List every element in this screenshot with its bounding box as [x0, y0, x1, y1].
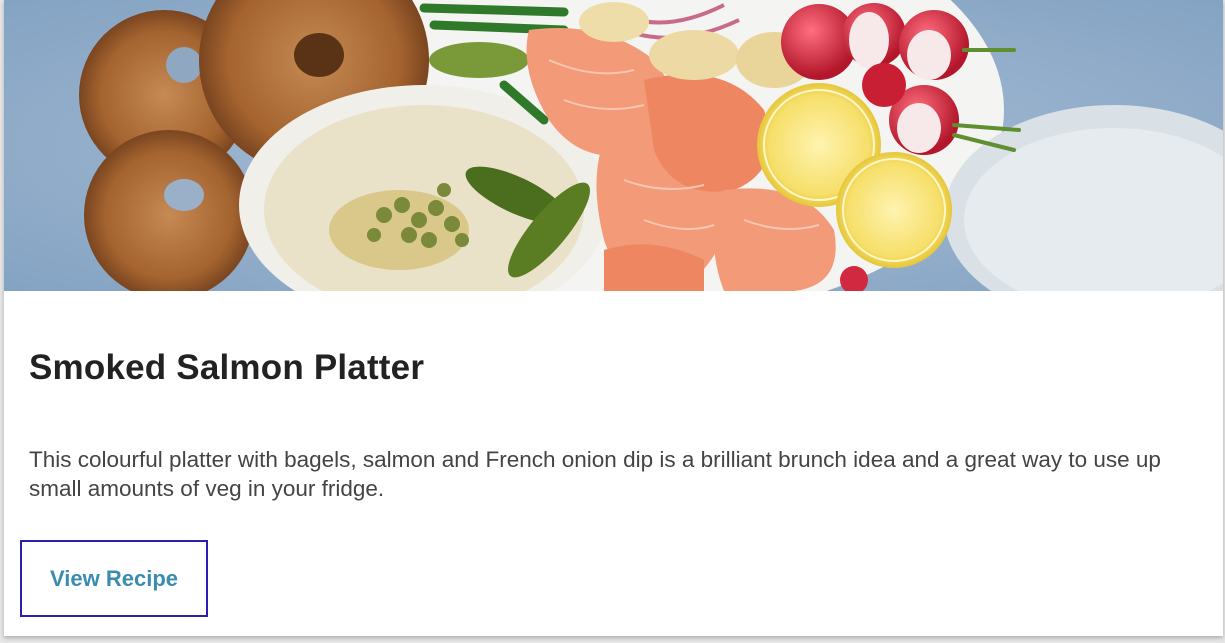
view-recipe-button[interactable]: View Recipe	[20, 540, 208, 617]
recipe-card: Smoked Salmon Platter This colourful pla…	[4, 0, 1223, 636]
recipe-description: This colourful platter with bagels, salm…	[29, 447, 1161, 501]
recipe-title: Smoked Salmon Platter	[29, 348, 425, 387]
recipe-image	[4, 0, 1223, 291]
